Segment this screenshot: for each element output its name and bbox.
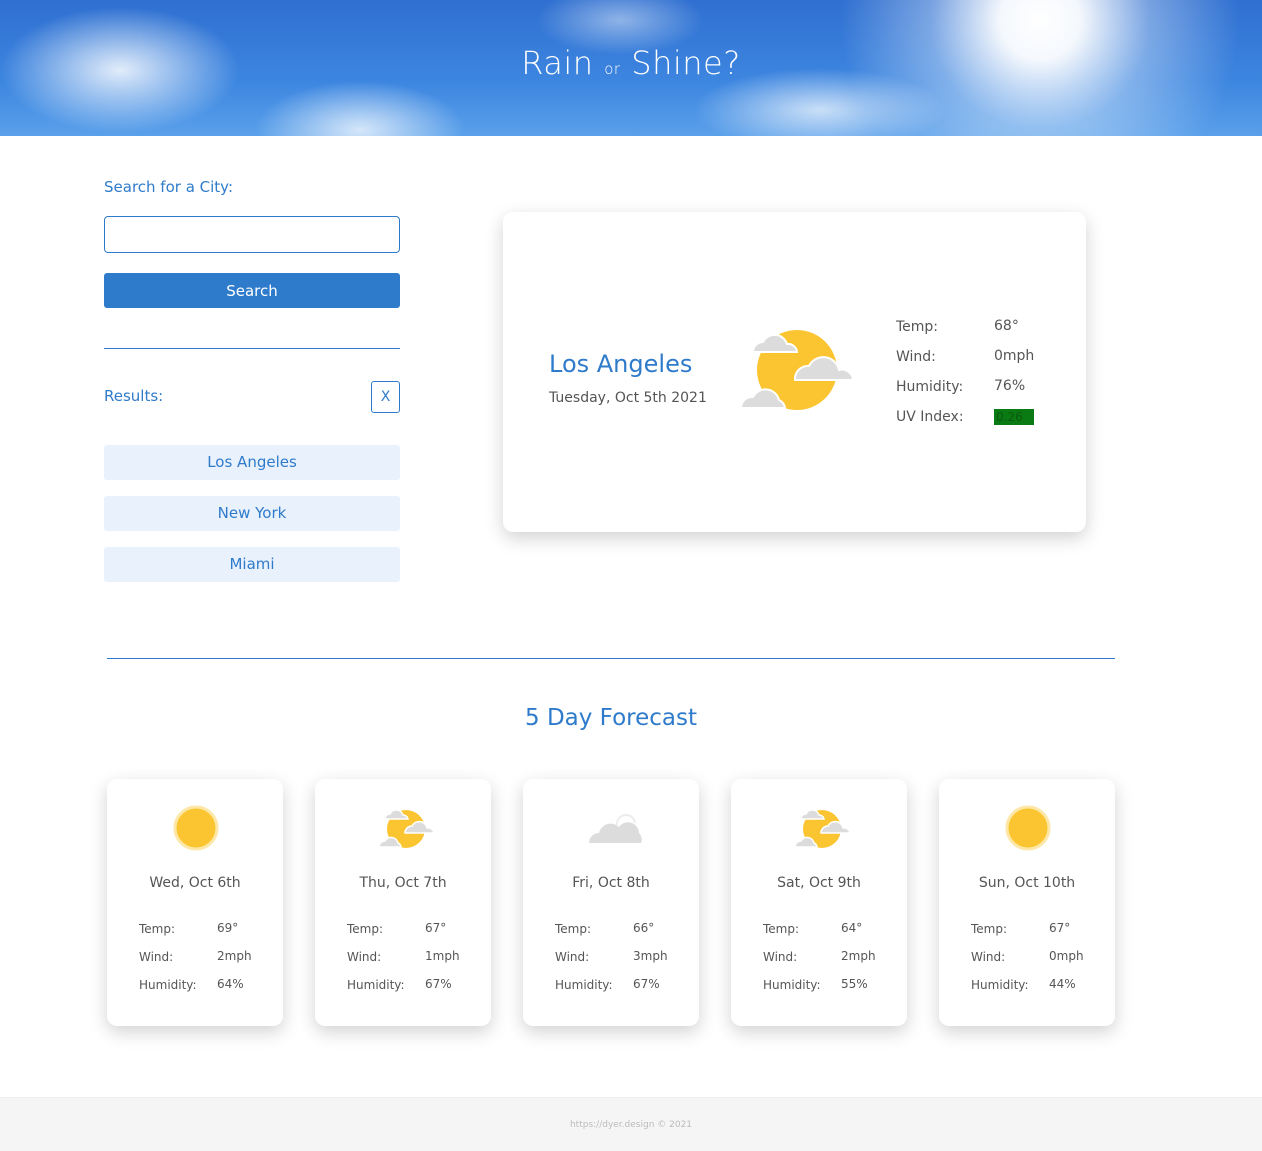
- cloud-icon: [587, 805, 642, 851]
- forecast-wind-value: 2mph: [841, 949, 876, 963]
- footer: https://dyer.design © 2021: [0, 1097, 1262, 1151]
- forecast-wind-value: 0mph: [1049, 949, 1084, 963]
- results-label: Results:: [104, 387, 164, 405]
- forecast-temp-value: 64°: [841, 921, 863, 935]
- forecast-temp-label: Temp:: [347, 922, 384, 936]
- forecast-title: 5 Day Forecast: [525, 705, 697, 731]
- forecast-temp-label: Temp:: [139, 922, 176, 936]
- sun-icon: [1003, 805, 1053, 851]
- forecast-humidity-value: 44%: [1049, 977, 1076, 991]
- result-item-new-york[interactable]: New York: [104, 496, 400, 531]
- forecast-date: Wed, Oct 6th: [149, 875, 241, 891]
- forecast-temp-value: 67°: [425, 921, 447, 935]
- search-button[interactable]: Search: [104, 273, 400, 308]
- clear-results-button[interactable]: X: [371, 381, 400, 413]
- sidebar-divider: [104, 348, 400, 349]
- current-city: Los Angeles: [549, 350, 693, 378]
- forecast-wind-label: Wind:: [555, 950, 590, 964]
- forecast-wind-label: Wind:: [139, 950, 174, 964]
- forecast-wind-value: 3mph: [633, 949, 668, 963]
- forecast-date: Thu, Oct 7th: [359, 875, 447, 891]
- forecast-humidity-value: 64%: [217, 977, 244, 991]
- search-label: Search for a City:: [104, 178, 234, 196]
- forecast-temp-label: Temp:: [763, 922, 800, 936]
- forecast-wind-label: Wind:: [971, 950, 1006, 964]
- forecast-card: Fri, Oct 8th Temp: 66° Wind: 3mph Humidi…: [523, 779, 699, 1026]
- current-uv-label: UV Index:: [896, 409, 964, 425]
- partly-cloudy-icon: [378, 805, 435, 851]
- partly-cloudy-icon: [739, 324, 855, 416]
- forecast-date: Sun, Oct 10th: [978, 875, 1076, 891]
- section-divider: [107, 658, 1115, 659]
- current-humidity-value: 76%: [994, 378, 1026, 394]
- forecast-card: Thu, Oct 7th Temp: 67° Wind: 1mph Humidi…: [315, 779, 491, 1026]
- forecast-card: Sun, Oct 10th Temp: 67° Wind: 0mph Humid…: [939, 779, 1115, 1026]
- current-wind-value: 0mph: [994, 348, 1035, 364]
- forecast-humidity-label: Humidity:: [347, 978, 405, 992]
- forecast-date: Fri, Oct 8th: [572, 875, 650, 891]
- forecast-humidity-value: 67%: [425, 977, 452, 991]
- current-date: Tuesday, Oct 5th 2021: [549, 390, 707, 406]
- forecast-wind-label: Wind:: [347, 950, 382, 964]
- uv-index-badge: 0.26: [994, 409, 1034, 425]
- forecast-humidity-label: Humidity:: [763, 978, 821, 992]
- forecast-card: Wed, Oct 6th Temp: 69° Wind: 2mph Humidi…: [107, 779, 283, 1026]
- current-temp-value: 68°: [994, 318, 1019, 334]
- forecast-humidity-value: 67%: [633, 977, 660, 991]
- footer-link[interactable]: https://dyer.design © 2021: [0, 1120, 1262, 1130]
- city-search-input[interactable]: [104, 216, 400, 253]
- result-item-miami[interactable]: Miami: [104, 547, 400, 582]
- forecast-temp-value: 66°: [633, 921, 655, 935]
- forecast-temp-value: 67°: [1049, 921, 1071, 935]
- forecast-humidity-label: Humidity:: [971, 978, 1029, 992]
- current-wind-label: Wind:: [896, 349, 936, 365]
- current-temp-label: Temp:: [896, 319, 939, 335]
- forecast-humidity-label: Humidity:: [555, 978, 613, 992]
- forecast-temp-label: Temp:: [555, 922, 592, 936]
- forecast-humidity-value: 55%: [841, 977, 868, 991]
- forecast-humidity-label: Humidity:: [139, 978, 197, 992]
- title-word-rain: Rain: [521, 44, 594, 82]
- title-word-or: or: [604, 60, 621, 78]
- sun-icon: [171, 805, 221, 851]
- forecast-temp-value: 69°: [217, 921, 239, 935]
- forecast-wind-value: 2mph: [217, 949, 252, 963]
- forecast-temp-label: Temp:: [971, 922, 1008, 936]
- forecast-date: Sat, Oct 9th: [777, 875, 861, 891]
- current-weather-card: Los Angeles Tuesday, Oct 5th 2021 Temp: …: [503, 212, 1086, 532]
- forecast-wind-label: Wind:: [763, 950, 798, 964]
- forecast-wind-value: 1mph: [425, 949, 460, 963]
- app-title: Rain or Shine?: [0, 44, 1262, 82]
- current-humidity-label: Humidity:: [896, 379, 964, 395]
- partly-cloudy-icon: [794, 805, 851, 851]
- title-word-shine: Shine?: [631, 44, 741, 82]
- header-banner: Rain or Shine?: [0, 0, 1262, 136]
- result-item-los-angeles[interactable]: Los Angeles: [104, 445, 400, 480]
- forecast-card: Sat, Oct 9th Temp: 64° Wind: 2mph Humidi…: [731, 779, 907, 1026]
